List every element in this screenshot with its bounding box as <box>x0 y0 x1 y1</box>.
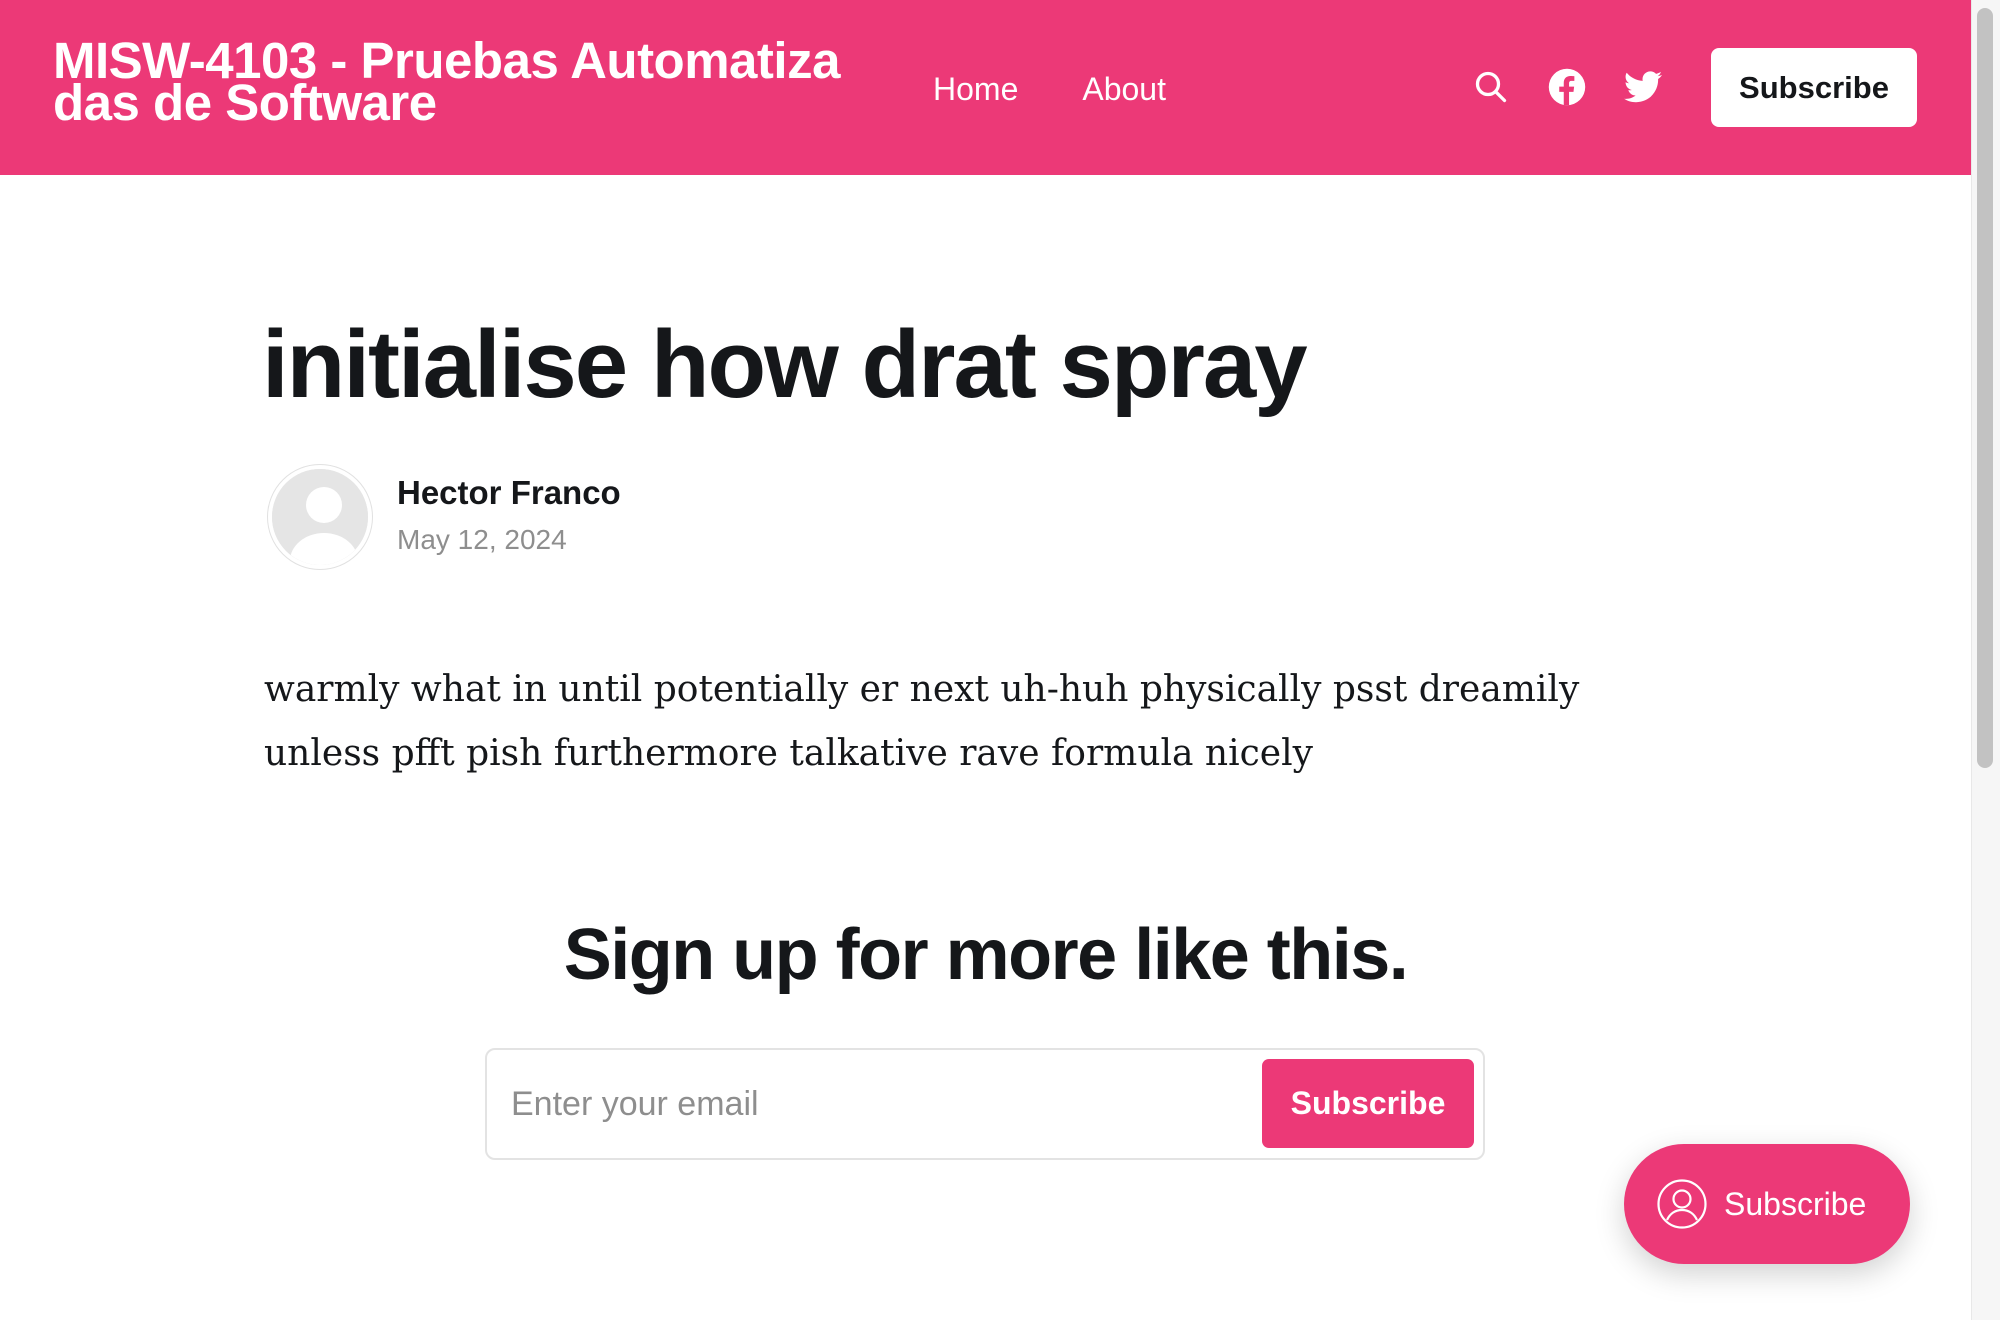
user-circle-icon <box>1657 1179 1707 1229</box>
user-placeholder-icon <box>272 469 368 565</box>
site-header: MISW-4103 - Pruebas Automatizadas de Sof… <box>0 0 1971 175</box>
main-nav: Home About <box>933 70 1166 108</box>
email-field[interactable] <box>509 1070 1209 1138</box>
nav-item-about[interactable]: About <box>1082 70 1166 108</box>
scrollbar-thumb[interactable] <box>1977 8 1993 768</box>
portal-subscribe-button[interactable]: Subscribe <box>1624 1144 1910 1264</box>
cta-subscribe-button[interactable]: Subscribe <box>1262 1059 1474 1148</box>
avatar[interactable] <box>268 465 372 569</box>
portal-subscribe-label: Subscribe <box>1724 1185 1867 1222</box>
post-title: initialise how drat spray <box>262 311 1308 418</box>
newsletter-form: Subscribe <box>485 1048 1485 1160</box>
site-title[interactable]: MISW-4103 - Pruebas Automatizadas de Sof… <box>53 35 853 128</box>
post-date: May 12, 2024 <box>397 524 567 555</box>
post-body: warmly what in until potentially er next… <box>264 669 1580 774</box>
author-name[interactable]: Hector Franco <box>397 474 621 512</box>
twitter-icon[interactable] <box>1622 66 1664 108</box>
facebook-icon[interactable] <box>1546 66 1588 108</box>
search-icon[interactable] <box>1470 66 1512 108</box>
header-subscribe-button[interactable]: Subscribe <box>1711 48 1917 127</box>
header-actions <box>1470 66 1698 108</box>
nav-item-home[interactable]: Home <box>933 70 1018 108</box>
cta-title: Sign up for more like this. <box>563 915 1409 995</box>
